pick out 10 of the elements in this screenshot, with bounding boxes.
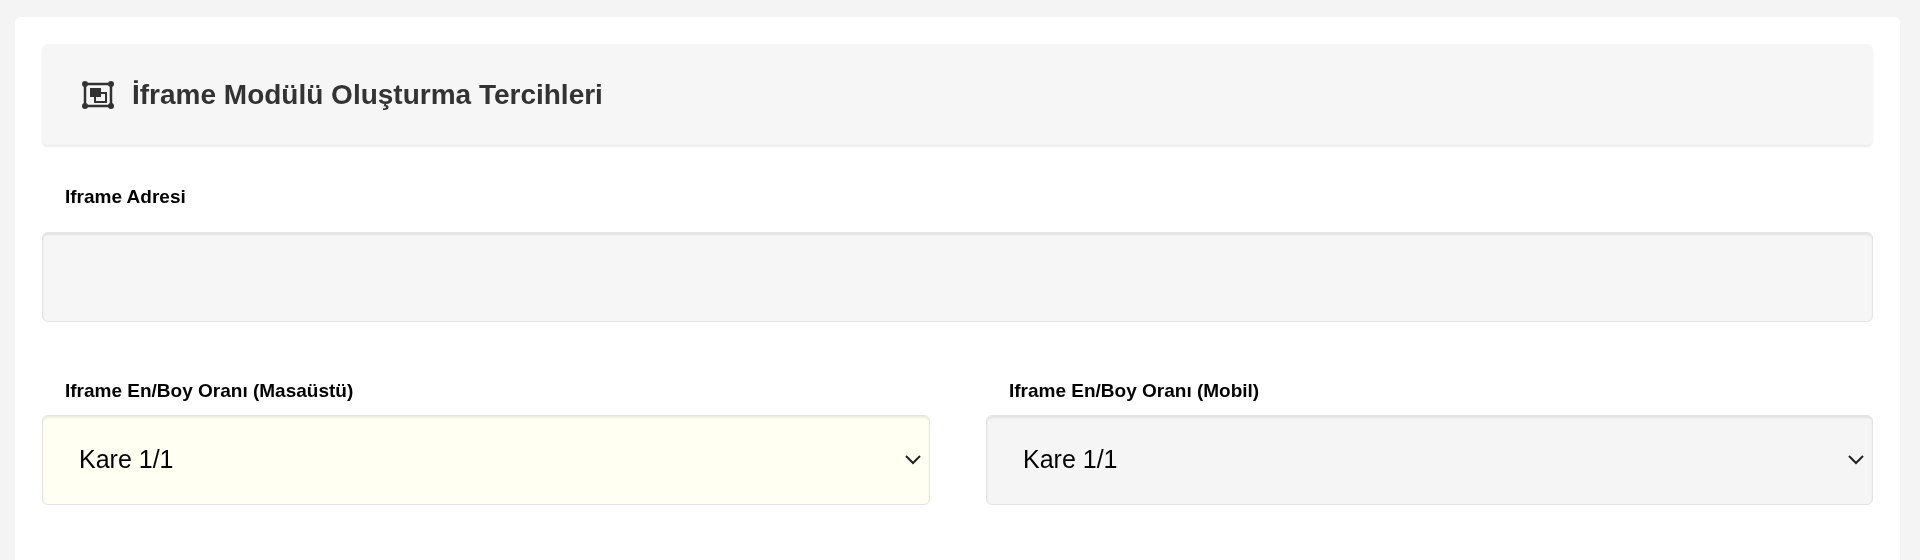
panel-title: İframe Modülü Oluşturma Tercihleri — [132, 77, 603, 112]
field-label: Iframe Adresi — [65, 186, 186, 207]
input-field[interactable] — [42, 231, 1873, 322]
frame-icon — [82, 80, 114, 109]
field-label: Iframe En/Boy Oranı (Mobil) — [1009, 379, 1260, 401]
select-field[interactable]: Kare 1/1 — [42, 414, 930, 505]
select-field[interactable]: Kare 1/1 — [986, 414, 1873, 505]
chevron-down-icon — [1848, 454, 1864, 465]
chevron-down-icon — [905, 454, 921, 465]
field-label: Iframe En/Boy Oranı (Masaüstü) — [65, 379, 354, 401]
